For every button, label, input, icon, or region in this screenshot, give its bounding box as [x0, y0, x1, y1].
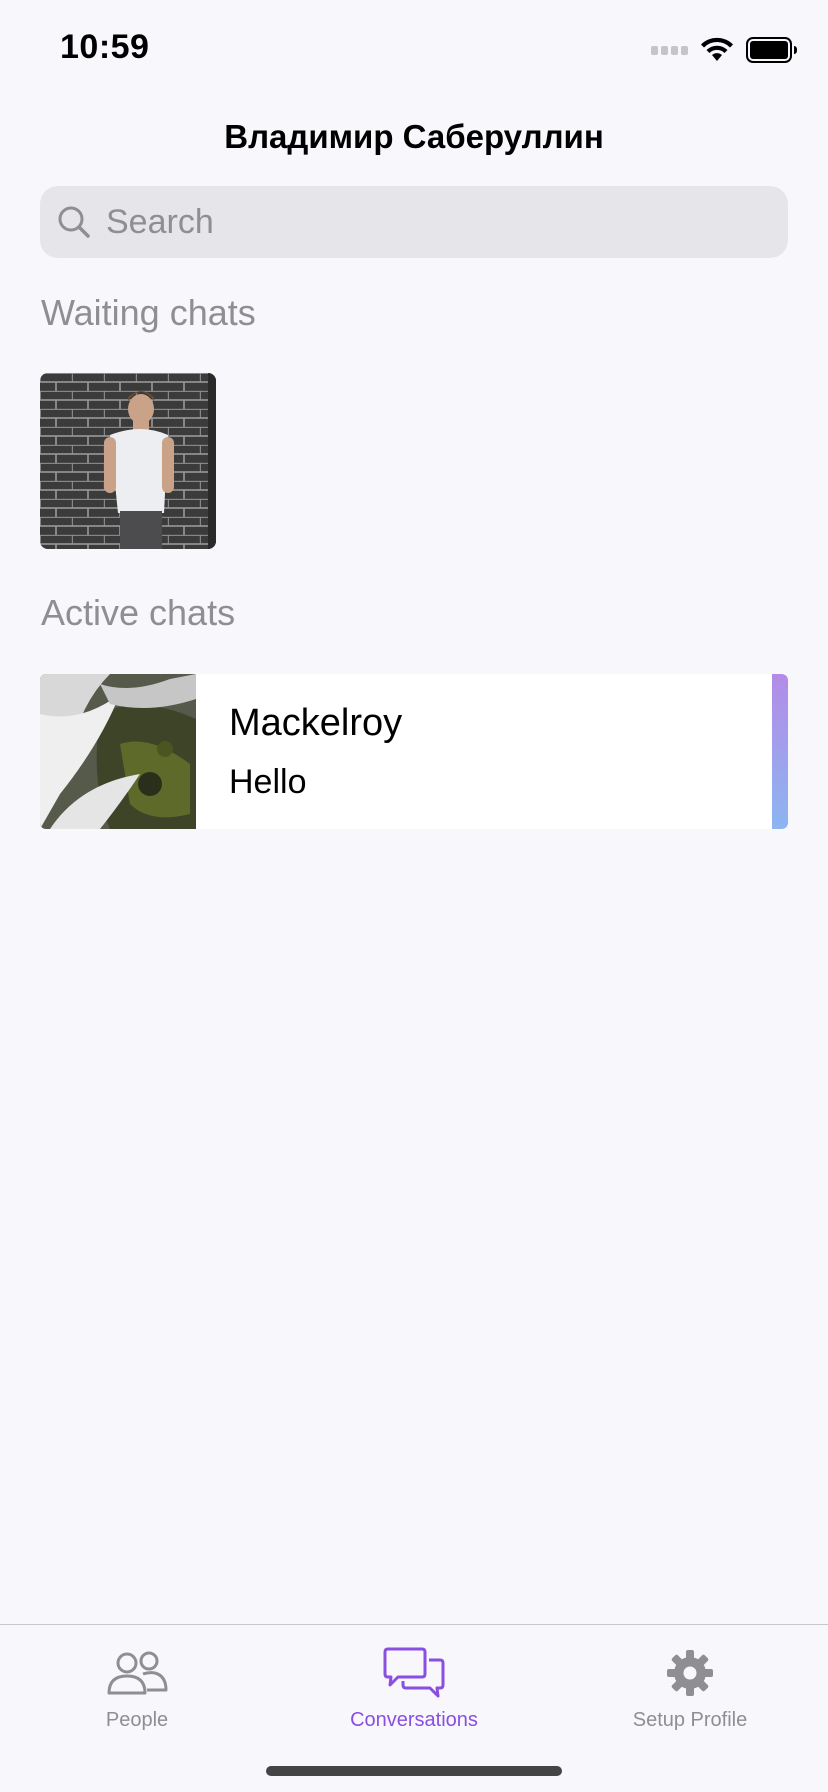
status-time: 10:59	[60, 28, 150, 66]
active-chat-item[interactable]: Mackelroy Hello	[40, 674, 788, 829]
chat-last-message: Hello	[229, 763, 307, 801]
search-input[interactable]	[106, 202, 706, 242]
cellular-signal-icon	[651, 45, 688, 55]
home-indicator[interactable]	[266, 1766, 562, 1776]
tab-people-label: People	[105, 1709, 169, 1731]
tab-setup-profile-label: Setup Profile	[632, 1709, 748, 1731]
chat-contact-name: Mackelroy	[229, 702, 403, 744]
chat-accent-bar	[772, 674, 788, 829]
tab-people[interactable]: People	[27, 1643, 247, 1732]
conversations-screen: 10:59 Владимир Саберуллин Search Waiting…	[0, 0, 828, 1792]
search-icon	[56, 204, 92, 240]
search-bar[interactable]	[40, 186, 788, 258]
gear-icon	[580, 1643, 800, 1703]
people-icon	[27, 1643, 247, 1703]
waiting-chats-heading: Waiting chats	[41, 292, 256, 333]
tab-setup-profile[interactable]: Setup Profile	[580, 1643, 800, 1732]
wifi-icon	[700, 37, 734, 63]
chat-avatar	[40, 674, 196, 829]
status-icons	[651, 34, 798, 66]
status-bar: 10:59	[0, 0, 828, 100]
battery-icon	[746, 37, 798, 63]
active-chats-heading: Active chats	[41, 592, 236, 633]
tab-conversations-label: Conversations	[350, 1709, 478, 1731]
waiting-chat-avatar[interactable]	[40, 373, 216, 549]
page-title: Владимир Саберуллин	[224, 118, 604, 155]
tab-conversations[interactable]: Conversations	[304, 1643, 524, 1732]
chat-text: Mackelroy Hello	[196, 674, 788, 829]
conversations-icon	[304, 1643, 524, 1703]
